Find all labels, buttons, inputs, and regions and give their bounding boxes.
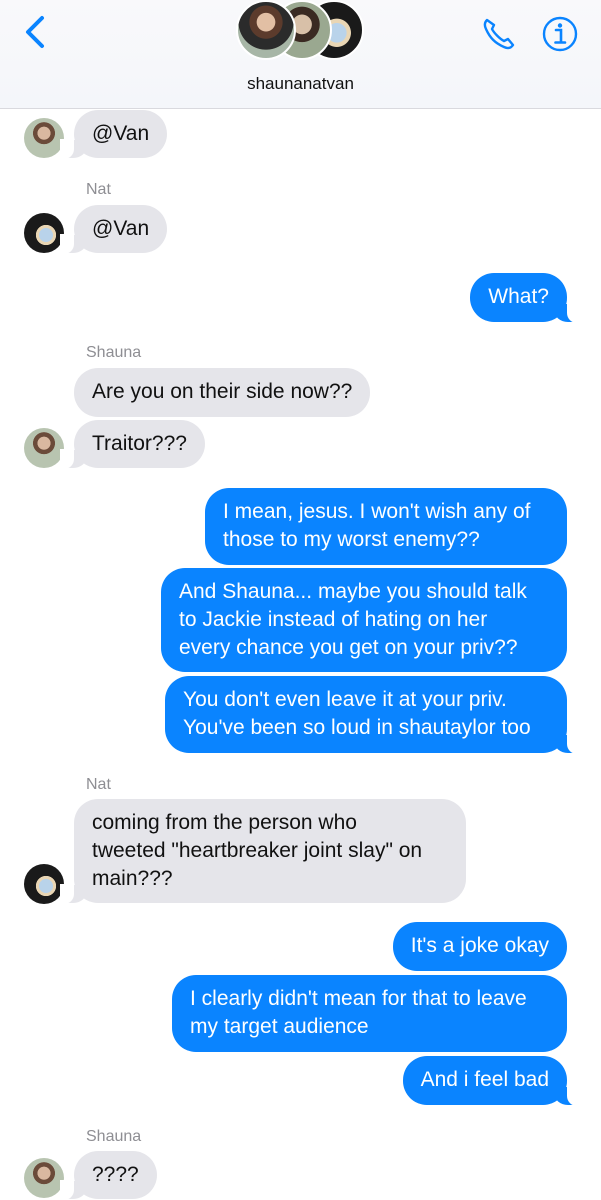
sender-avatar-nat[interactable] <box>24 213 64 253</box>
outgoing-message-bubble[interactable]: You don't even leave it at your priv. Yo… <box>165 676 581 754</box>
back-chevron-icon[interactable] <box>18 12 58 52</box>
message-text: Are you on their side now?? <box>92 380 353 403</box>
incoming-message-bubble[interactable]: ???? <box>60 1151 157 1200</box>
outgoing-message-bubble[interactable]: What? <box>470 273 581 323</box>
incoming-message-bubble[interactable]: @Van <box>59 205 168 254</box>
sender-avatar-nat[interactable] <box>24 864 64 904</box>
outgoing-message-bubble[interactable]: It's a joke okay <box>392 922 567 971</box>
message-line: those to my worst enemy?? <box>223 528 480 551</box>
message-line: my target audience <box>190 1015 369 1038</box>
outgoing-message-bubble[interactable]: I mean, jesus. I won't wish any of those… <box>205 488 567 565</box>
message-text: And i feel bad <box>420 1068 549 1091</box>
sender-avatar-shauna[interactable] <box>24 118 64 158</box>
conversation-header: shaunanatvan <box>0 0 601 109</box>
incoming-message-bubble[interactable]: Traitor??? <box>60 420 205 469</box>
message-line: tweeted "heartbreaker joint slay" on <box>92 839 423 862</box>
incoming-message-bubble[interactable]: @Van <box>59 110 168 159</box>
message-line: every chance you get on your priv?? <box>179 636 518 659</box>
phone-call-icon[interactable] <box>478 14 518 54</box>
message-text: Traitor??? <box>92 432 187 455</box>
group-avatar-1 <box>236 0 296 60</box>
conversation-title[interactable]: shaunanatvan <box>0 74 601 94</box>
outgoing-message-bubble[interactable]: I clearly didn't mean for that to leave … <box>172 975 567 1052</box>
message-line: And Shauna... maybe you should talk <box>179 580 527 603</box>
message-line: to Jackie instead of hating on her <box>179 608 488 631</box>
incoming-message-bubble[interactable]: Are you on their side now?? <box>74 368 371 417</box>
message-line: coming from the person who <box>92 811 357 834</box>
message-text: @Van <box>92 217 150 240</box>
sender-name-shauna: Shauna <box>86 344 142 361</box>
message-line: I mean, jesus. I won't wish any of <box>223 500 531 523</box>
message-text: @Van <box>92 122 150 145</box>
outgoing-message-bubble[interactable]: And i feel bad <box>402 1056 582 1106</box>
group-avatar-stack[interactable] <box>236 0 366 62</box>
message-line: You don't even leave it at your priv. <box>183 688 507 711</box>
sender-name-nat: Nat <box>86 181 111 198</box>
sender-name-shauna: Shauna <box>86 1128 142 1145</box>
message-text: What? <box>488 285 549 308</box>
info-icon[interactable] <box>540 14 580 54</box>
message-line: main??? <box>92 867 173 890</box>
message-text: It's a joke okay <box>410 934 549 957</box>
sender-avatar-shauna[interactable] <box>24 1158 64 1198</box>
incoming-message-bubble[interactable]: coming from the person who tweeted "hear… <box>60 799 466 904</box>
outgoing-message-bubble[interactable]: And Shauna... maybe you should talk to J… <box>161 568 567 672</box>
message-line: You've been so loud in shautaylor too <box>183 716 531 739</box>
sender-name-nat: Nat <box>86 776 111 793</box>
message-text: ???? <box>92 1163 139 1186</box>
message-line: I clearly didn't mean for that to leave <box>190 987 527 1010</box>
sender-avatar-shauna[interactable] <box>24 428 64 468</box>
